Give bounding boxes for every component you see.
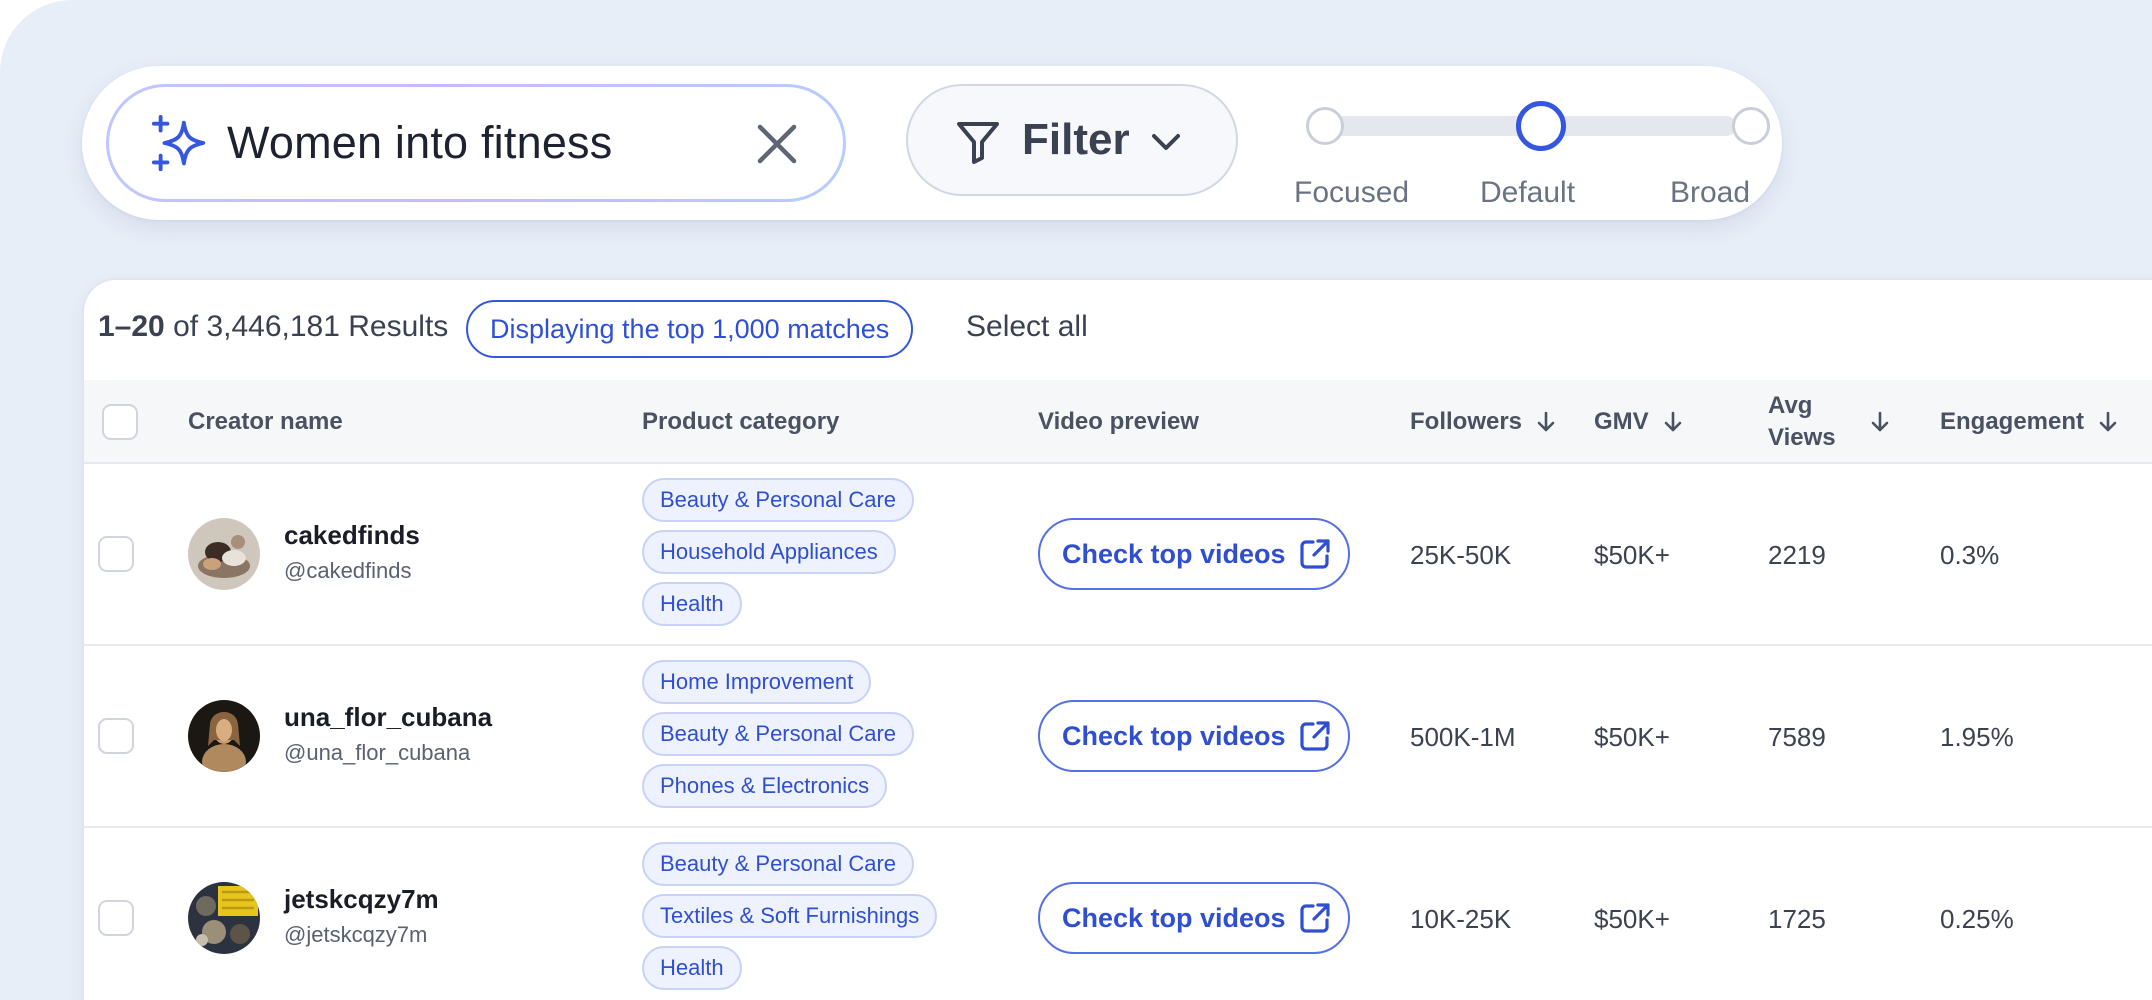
- avatar[interactable]: [188, 882, 260, 954]
- search-query-text[interactable]: Women into fitness: [227, 87, 612, 199]
- scope-option-default[interactable]: [1516, 101, 1566, 151]
- avg-views-value: 7589: [1768, 722, 1826, 752]
- scope-label-broad[interactable]: Broad: [1670, 176, 1750, 210]
- category-list: Home Improvement Beauty & Personal Care …: [642, 660, 1002, 816]
- chevron-down-icon: [1152, 134, 1180, 150]
- category-tag: Beauty & Personal Care: [642, 478, 915, 522]
- close-icon[interactable]: [754, 121, 800, 167]
- table-row[interactable]: una_flor_cubana @una_flor_cubana Home Im…: [84, 646, 2152, 828]
- category-tag: Health: [642, 946, 742, 990]
- filter-button[interactable]: Filter: [906, 84, 1238, 196]
- gmv-value: $50K+: [1594, 904, 1670, 934]
- filter-icon: [957, 122, 999, 164]
- results-summary: 1–20 of 3,446,181 Results Displaying the…: [84, 280, 2152, 380]
- avg-views-value: 1725: [1768, 904, 1826, 934]
- header-product-category: Product category: [642, 380, 839, 464]
- creator-handle: @cakedfinds: [284, 558, 412, 583]
- category-tag: Textiles & Soft Furnishings: [642, 894, 938, 938]
- followers-value: 10K-25K: [1410, 904, 1512, 934]
- avatar-image: [188, 882, 260, 954]
- filter-label: Filter: [1022, 115, 1130, 164]
- category-tag: Household Appliances: [642, 530, 896, 574]
- header-product-category-label: Product category: [642, 408, 840, 435]
- engagement-value: 1.95%: [1940, 722, 2014, 752]
- creator-name[interactable]: jetskcqzy7m: [284, 884, 439, 915]
- search-query-field[interactable]: Women into fitness: [106, 84, 846, 202]
- avatar[interactable]: [188, 518, 260, 590]
- row-checkbox[interactable]: [98, 900, 134, 936]
- top-matches-badge: Displaying the top 1,000 matches: [466, 300, 914, 358]
- sparkle-icon: [151, 114, 206, 172]
- result-range: 1–20: [98, 310, 165, 343]
- header-gmv[interactable]: GMV: [1594, 380, 1685, 464]
- engagement-value: 0.25%: [1940, 904, 2014, 934]
- header-video-preview-label: Video preview: [1038, 408, 1199, 435]
- arrow-down-icon[interactable]: [1534, 410, 1558, 434]
- scope-label-focused[interactable]: Focused: [1294, 176, 1409, 210]
- scope-option-focused[interactable]: [1306, 107, 1344, 145]
- table-row[interactable]: jetskcqzy7m @jetskcqzy7m Beauty & Person…: [84, 828, 2152, 1000]
- header-avg-views[interactable]: Avg Views: [1768, 380, 1892, 464]
- select-all-link[interactable]: Select all: [966, 310, 1088, 344]
- check-top-videos-button[interactable]: Check top videos: [1038, 882, 1350, 954]
- header-creator-name-label: Creator name: [188, 408, 343, 435]
- table-row[interactable]: cakedfinds @cakedfinds Beauty & Personal…: [84, 464, 2152, 646]
- creator-name[interactable]: cakedfinds: [284, 520, 420, 551]
- external-link-icon: [1299, 903, 1330, 933]
- arrow-down-icon[interactable]: [2096, 410, 2120, 434]
- row-checkbox[interactable]: [98, 536, 134, 572]
- header-gmv-label: GMV: [1594, 408, 1649, 435]
- search-query-inner: Women into fitness: [109, 87, 843, 199]
- check-top-videos-button[interactable]: Check top videos: [1038, 700, 1350, 772]
- check-top-videos-label: Check top videos: [1062, 902, 1286, 933]
- app-canvas: Women into fitness Filter Focused Defaul…: [0, 0, 2152, 1000]
- scope-slider[interactable]: Focused Default Broad: [1294, 96, 1770, 209]
- category-tag: Beauty & Personal Care: [642, 842, 915, 886]
- result-total: of 3,446,181 Results: [173, 310, 449, 343]
- header-avg-views-label: Avg Views: [1768, 392, 1836, 451]
- header-followers-label: Followers: [1410, 408, 1523, 435]
- header-creator-name: Creator name: [188, 380, 343, 464]
- creator-handle: @una_flor_cubana: [284, 740, 471, 765]
- external-link-icon: [1299, 539, 1330, 569]
- header-engagement-label: Engagement: [1940, 408, 2085, 435]
- followers-value: 25K-50K: [1410, 540, 1512, 570]
- select-all-checkbox[interactable]: [102, 404, 138, 440]
- row-checkbox[interactable]: [98, 718, 134, 754]
- category-list: Beauty & Personal Care Textiles & Soft F…: [642, 842, 1002, 998]
- scope-option-broad[interactable]: [1732, 107, 1770, 145]
- external-link-icon: [1299, 721, 1330, 751]
- category-tag: Home Improvement: [642, 660, 872, 704]
- avg-views-value: 2219: [1768, 540, 1826, 570]
- header-engagement[interactable]: Engagement: [1940, 380, 2120, 464]
- avatar-image: [188, 700, 260, 772]
- gmv-value: $50K+: [1594, 540, 1670, 570]
- arrow-down-icon[interactable]: [1868, 410, 1892, 434]
- followers-value: 500K-1M: [1410, 722, 1516, 752]
- results-panel: 1–20 of 3,446,181 Results Displaying the…: [82, 278, 2152, 1000]
- category-tag: Health: [642, 582, 742, 626]
- creator-handle: @jetskcqzy7m: [284, 922, 428, 947]
- check-top-videos-button[interactable]: Check top videos: [1038, 518, 1350, 590]
- category-tag: Phones & Electronics: [642, 764, 888, 808]
- avatar[interactable]: [188, 700, 260, 772]
- scope-label-default[interactable]: Default: [1480, 176, 1575, 210]
- engagement-value: 0.3%: [1940, 540, 2000, 570]
- check-top-videos-label: Check top videos: [1062, 538, 1286, 569]
- arrow-down-icon[interactable]: [1661, 410, 1685, 434]
- header-video-preview: Video preview: [1038, 380, 1199, 464]
- gmv-value: $50K+: [1594, 722, 1670, 752]
- header-followers[interactable]: Followers: [1410, 380, 1558, 464]
- avatar-image: [188, 518, 260, 590]
- category-list: Beauty & Personal Care Household Applian…: [642, 478, 1002, 634]
- check-top-videos-label: Check top videos: [1062, 720, 1286, 751]
- creator-name[interactable]: una_flor_cubana: [284, 702, 492, 733]
- search-bar: Women into fitness Filter Focused Defaul…: [82, 66, 1782, 220]
- category-tag: Beauty & Personal Care: [642, 712, 915, 756]
- table-header: Creator name Product category Video prev…: [84, 380, 2152, 464]
- result-count: 1–20 of 3,446,181 Results: [98, 310, 448, 344]
